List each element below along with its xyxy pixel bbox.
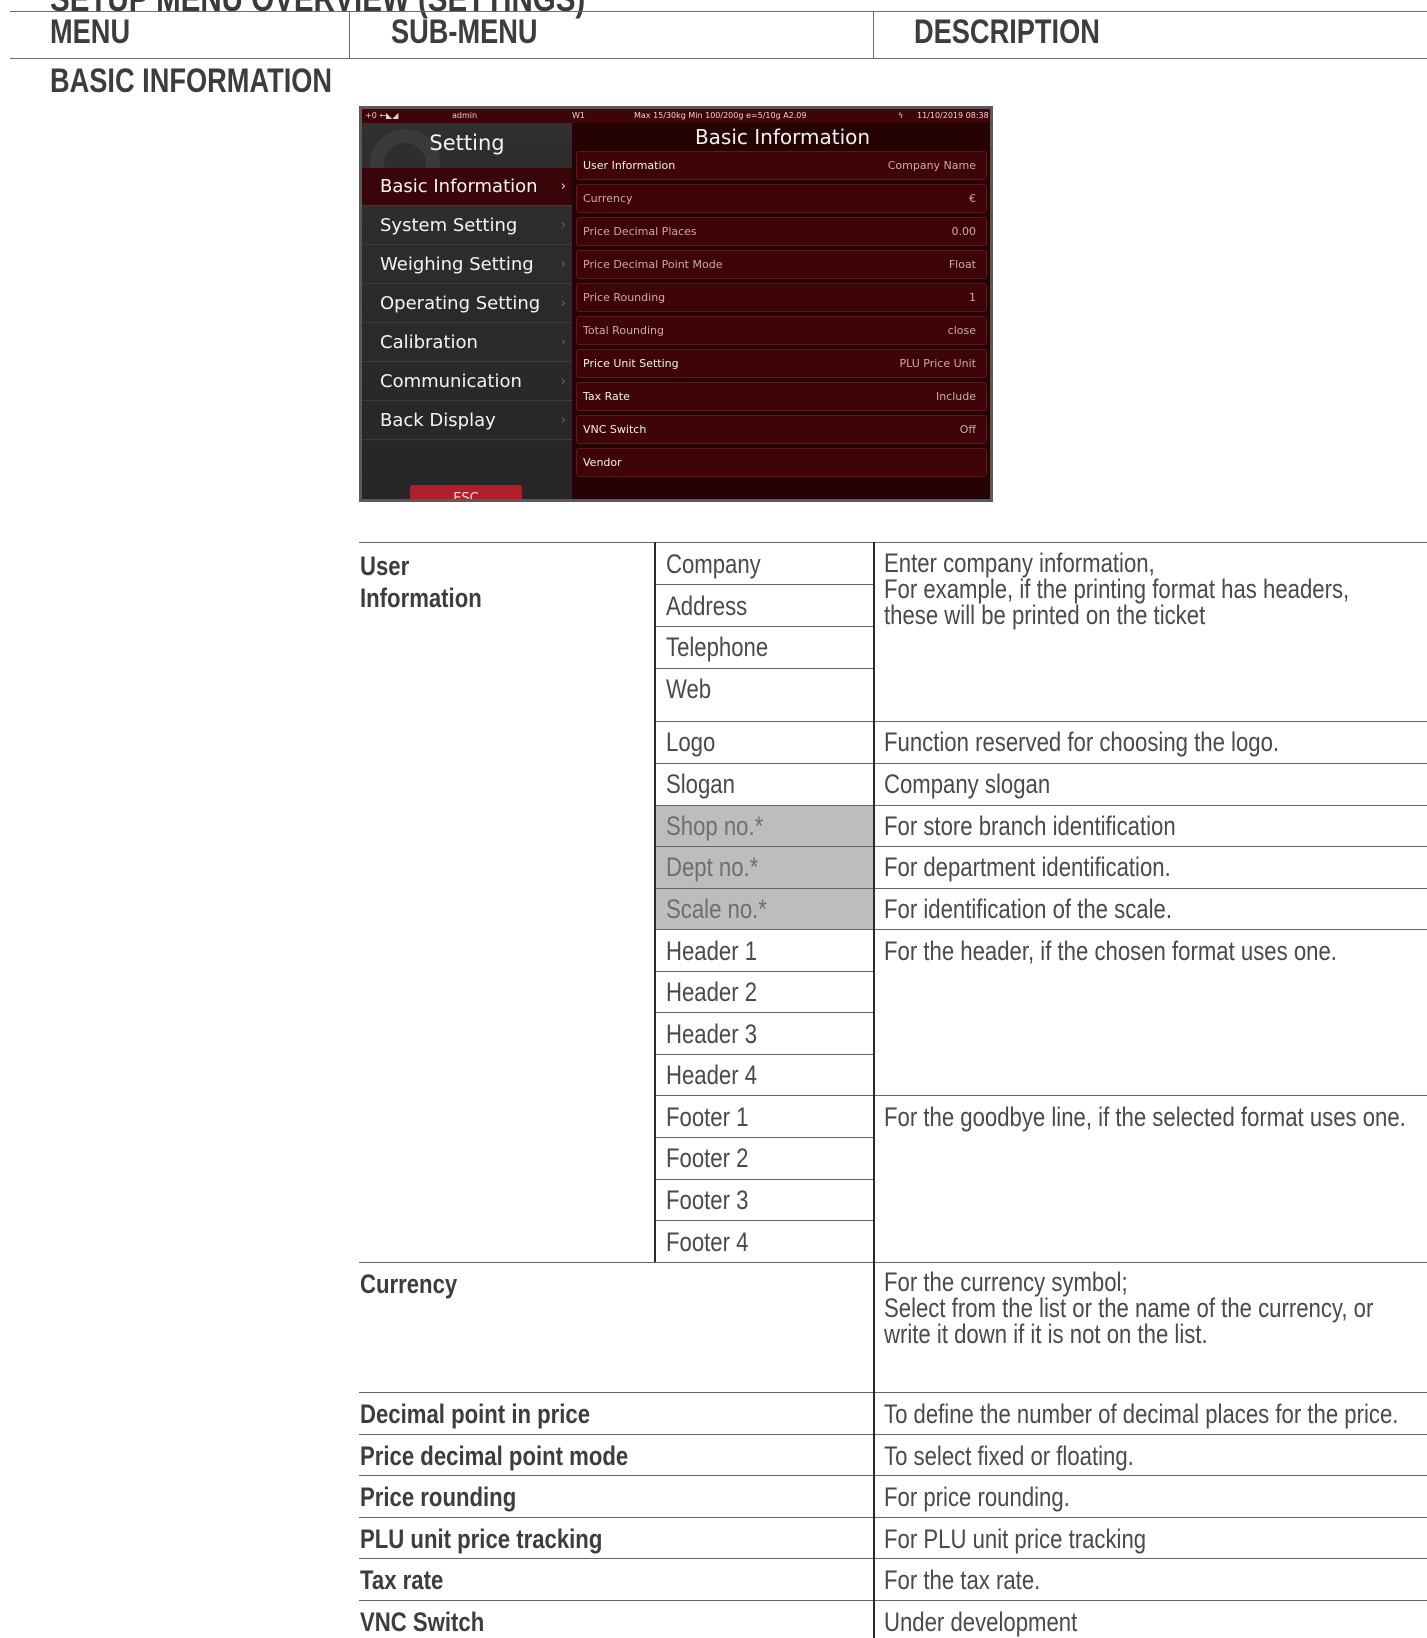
table-rule bbox=[655, 584, 873, 585]
table-rule bbox=[655, 763, 1427, 764]
submenu-telephone: Telephone bbox=[666, 632, 769, 662]
table-rule bbox=[359, 1475, 1427, 1476]
description-logo: Function reserved for choosing the logo. bbox=[884, 727, 1280, 757]
submenu-shop-no: Shop no.* bbox=[666, 811, 764, 841]
table-rule bbox=[655, 1179, 873, 1180]
settings-table: User Information Company Address Telepho… bbox=[359, 0, 1427, 1638]
table-divider bbox=[873, 542, 875, 1638]
submenu-logo: Logo bbox=[666, 727, 716, 757]
table-rule bbox=[655, 668, 873, 669]
submenu-header-4: Header 4 bbox=[666, 1060, 758, 1090]
table-rule bbox=[359, 542, 1427, 543]
table-rule bbox=[359, 1392, 1427, 1393]
description-tax-rate: For the tax rate. bbox=[884, 1565, 1041, 1595]
description-currency: For the currency symbol; Select from the… bbox=[884, 1267, 1374, 1349]
submenu-address: Address bbox=[666, 591, 748, 621]
description-price-decimal-point-mode: To select fixed or floating. bbox=[884, 1441, 1134, 1471]
menu-vnc-switch: VNC Switch bbox=[360, 1607, 485, 1637]
submenu-company: Company bbox=[666, 549, 761, 579]
table-rule bbox=[655, 929, 1427, 930]
table-rule bbox=[655, 626, 873, 627]
submenu-footer-4: Footer 4 bbox=[666, 1227, 749, 1257]
menu-currency: Currency bbox=[360, 1269, 458, 1299]
section-title: BASIC INFORMATION bbox=[50, 62, 333, 100]
table-rule bbox=[655, 1012, 873, 1013]
description-footer: For the goodbye line, if the selected fo… bbox=[884, 1102, 1406, 1132]
description-dept: For department identification. bbox=[884, 852, 1171, 882]
submenu-dept-no: Dept no.* bbox=[666, 852, 759, 882]
table-divider bbox=[654, 542, 656, 1262]
menu-price-decimal-point-mode: Price decimal point mode bbox=[360, 1441, 629, 1471]
description-shop: For store branch identification bbox=[884, 811, 1176, 841]
submenu-header-2: Header 2 bbox=[666, 977, 758, 1007]
submenu-web: Web bbox=[666, 674, 712, 704]
table-rule bbox=[655, 721, 1427, 722]
description-slogan: Company slogan bbox=[884, 769, 1051, 799]
menu-plu-unit-price-tracking: PLU unit price tracking bbox=[360, 1524, 603, 1554]
table-rule bbox=[359, 1600, 1427, 1601]
description-vnc-switch: Under development bbox=[884, 1607, 1078, 1637]
table-rule bbox=[655, 1137, 873, 1138]
table-rule bbox=[655, 1095, 1427, 1096]
submenu-slogan: Slogan bbox=[666, 769, 735, 799]
table-rule bbox=[359, 1262, 1427, 1263]
menu-decimal-point-in-price: Decimal point in price bbox=[360, 1399, 591, 1429]
submenu-header-1: Header 1 bbox=[666, 936, 758, 966]
description-header: For the header, if the chosen format use… bbox=[884, 936, 1337, 966]
table-rule bbox=[655, 971, 873, 972]
header-divider bbox=[349, 11, 350, 58]
menu-price-rounding: Price rounding bbox=[360, 1482, 517, 1512]
description-plu-unit-price-tracking: For PLU unit price tracking bbox=[884, 1524, 1147, 1554]
table-rule bbox=[655, 1054, 873, 1055]
table-rule bbox=[359, 1434, 1427, 1435]
submenu-footer-1: Footer 1 bbox=[666, 1102, 749, 1132]
submenu-footer-2: Footer 2 bbox=[666, 1143, 749, 1173]
column-header-menu: MENU bbox=[50, 13, 131, 51]
table-rule bbox=[655, 846, 1427, 847]
description-price-rounding: For price rounding. bbox=[884, 1482, 1070, 1512]
description-scale: For identification of the scale. bbox=[884, 894, 1172, 924]
submenu-scale-no: Scale no.* bbox=[666, 894, 767, 924]
submenu-header-3: Header 3 bbox=[666, 1019, 758, 1049]
description-company-block: Enter company information, For example, … bbox=[884, 548, 1350, 630]
menu-tax-rate: Tax rate bbox=[360, 1565, 444, 1595]
table-rule bbox=[655, 1220, 873, 1221]
table-rule bbox=[655, 888, 1427, 889]
submenu-footer-3: Footer 3 bbox=[666, 1185, 749, 1215]
table-rule bbox=[359, 1558, 1427, 1559]
menu-user-information: User Information bbox=[360, 551, 482, 613]
table-rule bbox=[655, 805, 1427, 806]
description-decimal-point-in-price: To define the number of decimal places f… bbox=[884, 1399, 1399, 1429]
table-rule bbox=[359, 1517, 1427, 1518]
